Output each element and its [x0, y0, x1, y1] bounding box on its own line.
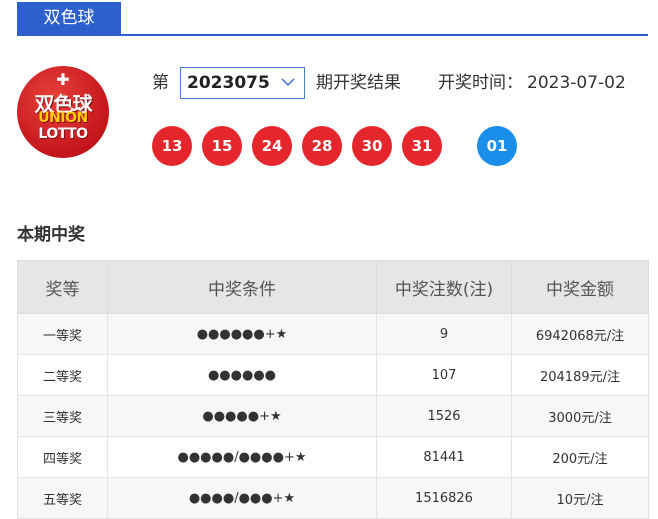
table-row: 四等奖 ●●●●●/●●●●+★ 81441 200元/注 — [17, 436, 649, 478]
blue-ball: 01 — [477, 126, 517, 166]
issue-select[interactable]: 2023075 — [180, 67, 305, 99]
prize-condition: ●●●●●+★ — [107, 395, 377, 437]
draw-date-value: 2023-07-02 — [527, 73, 626, 93]
prize-amount: 6942068元/注 — [511, 313, 649, 355]
col-header: 奖等 — [17, 260, 108, 314]
winner-count: 81441 — [376, 436, 512, 478]
prize-level: 五等奖 — [17, 477, 108, 519]
prize-condition: ●●●●●●+★ — [107, 313, 377, 355]
prize-level: 三等奖 — [17, 395, 108, 437]
prize-amount: 10元/注 — [511, 477, 649, 519]
issue-select-value: 2023075 — [187, 73, 270, 93]
prize-condition: ●●●●●● — [107, 354, 377, 396]
winner-count: 107 — [376, 354, 512, 396]
winner-count: 1526 — [376, 395, 512, 437]
col-header: 中奖金额 — [511, 260, 649, 314]
section-title: 本期中奖 — [17, 225, 85, 245]
red-ball: 15 — [202, 126, 242, 166]
logo-en-text-2: LOTTO — [38, 126, 88, 142]
prize-level: 一等奖 — [17, 313, 108, 355]
winner-count: 1516826 — [376, 477, 512, 519]
red-ball: 24 — [252, 126, 292, 166]
prize-condition: ●●●●/●●●+★ — [107, 477, 377, 519]
table-row: 一等奖 ●●●●●●+★ 9 6942068元/注 — [17, 313, 649, 355]
tab-shuangseqiu[interactable]: 双色球 — [17, 2, 121, 34]
draw-date-label: 开奖时间： — [438, 73, 523, 93]
chevron-down-icon — [281, 78, 295, 87]
union-lotto-logo: ✚ 双色球 UNION LOTTO — [17, 66, 109, 158]
winner-count: 9 — [376, 313, 512, 355]
prize-level: 四等奖 — [17, 436, 108, 478]
col-header: 中奖条件 — [107, 260, 377, 314]
prize-level: 二等奖 — [17, 354, 108, 396]
issue-prefix: 第 — [152, 73, 169, 93]
table-row: 三等奖 ●●●●●+★ 1526 3000元/注 — [17, 395, 649, 437]
prize-amount: 204189元/注 — [511, 354, 649, 396]
red-ball: 13 — [152, 126, 192, 166]
red-ball: 28 — [302, 126, 342, 166]
col-header: 中奖注数(注) — [376, 260, 512, 314]
red-ball: 30 — [352, 126, 392, 166]
issue-suffix: 期开奖结果 — [316, 73, 401, 93]
prize-amount: 3000元/注 — [511, 395, 649, 437]
table-row: 五等奖 ●●●●/●●●+★ 1516826 10元/注 — [17, 477, 649, 519]
prize-table: 奖等 中奖条件 中奖注数(注) 中奖金额 一等奖 ●●●●●●+★ 9 6942… — [17, 260, 649, 519]
prize-amount: 200元/注 — [511, 436, 649, 478]
table-header-row: 奖等 中奖条件 中奖注数(注) 中奖金额 — [17, 260, 649, 314]
logo-en-text-1: UNION — [38, 110, 88, 126]
tab-bar: 双色球 — [17, 0, 648, 36]
red-ball: 31 — [402, 126, 442, 166]
logo-plus-icon: ✚ — [56, 70, 70, 89]
prize-condition: ●●●●●/●●●●+★ — [107, 436, 377, 478]
table-row: 二等奖 ●●●●●● 107 204189元/注 — [17, 354, 649, 396]
